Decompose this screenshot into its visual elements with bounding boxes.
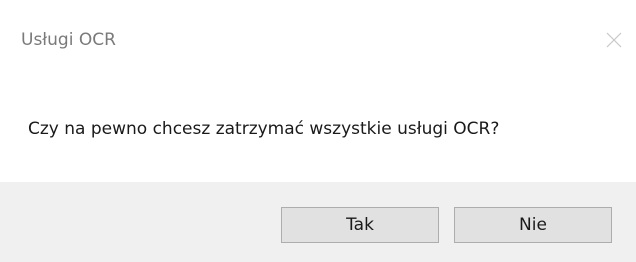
yes-button[interactable]: Tak xyxy=(281,207,439,243)
dialog-message: Czy na pewno chcesz zatrzymać wszystkie … xyxy=(28,119,500,139)
title-bar: Usługi OCR xyxy=(0,0,636,80)
close-icon xyxy=(606,32,622,48)
confirm-dialog: Usługi OCR Czy na pewno chcesz zatrzymać… xyxy=(0,0,636,262)
button-bar: Tak Nie xyxy=(0,182,636,262)
no-button[interactable]: Nie xyxy=(454,207,612,243)
close-button[interactable] xyxy=(596,22,636,58)
window-title: Usługi OCR xyxy=(21,30,116,50)
